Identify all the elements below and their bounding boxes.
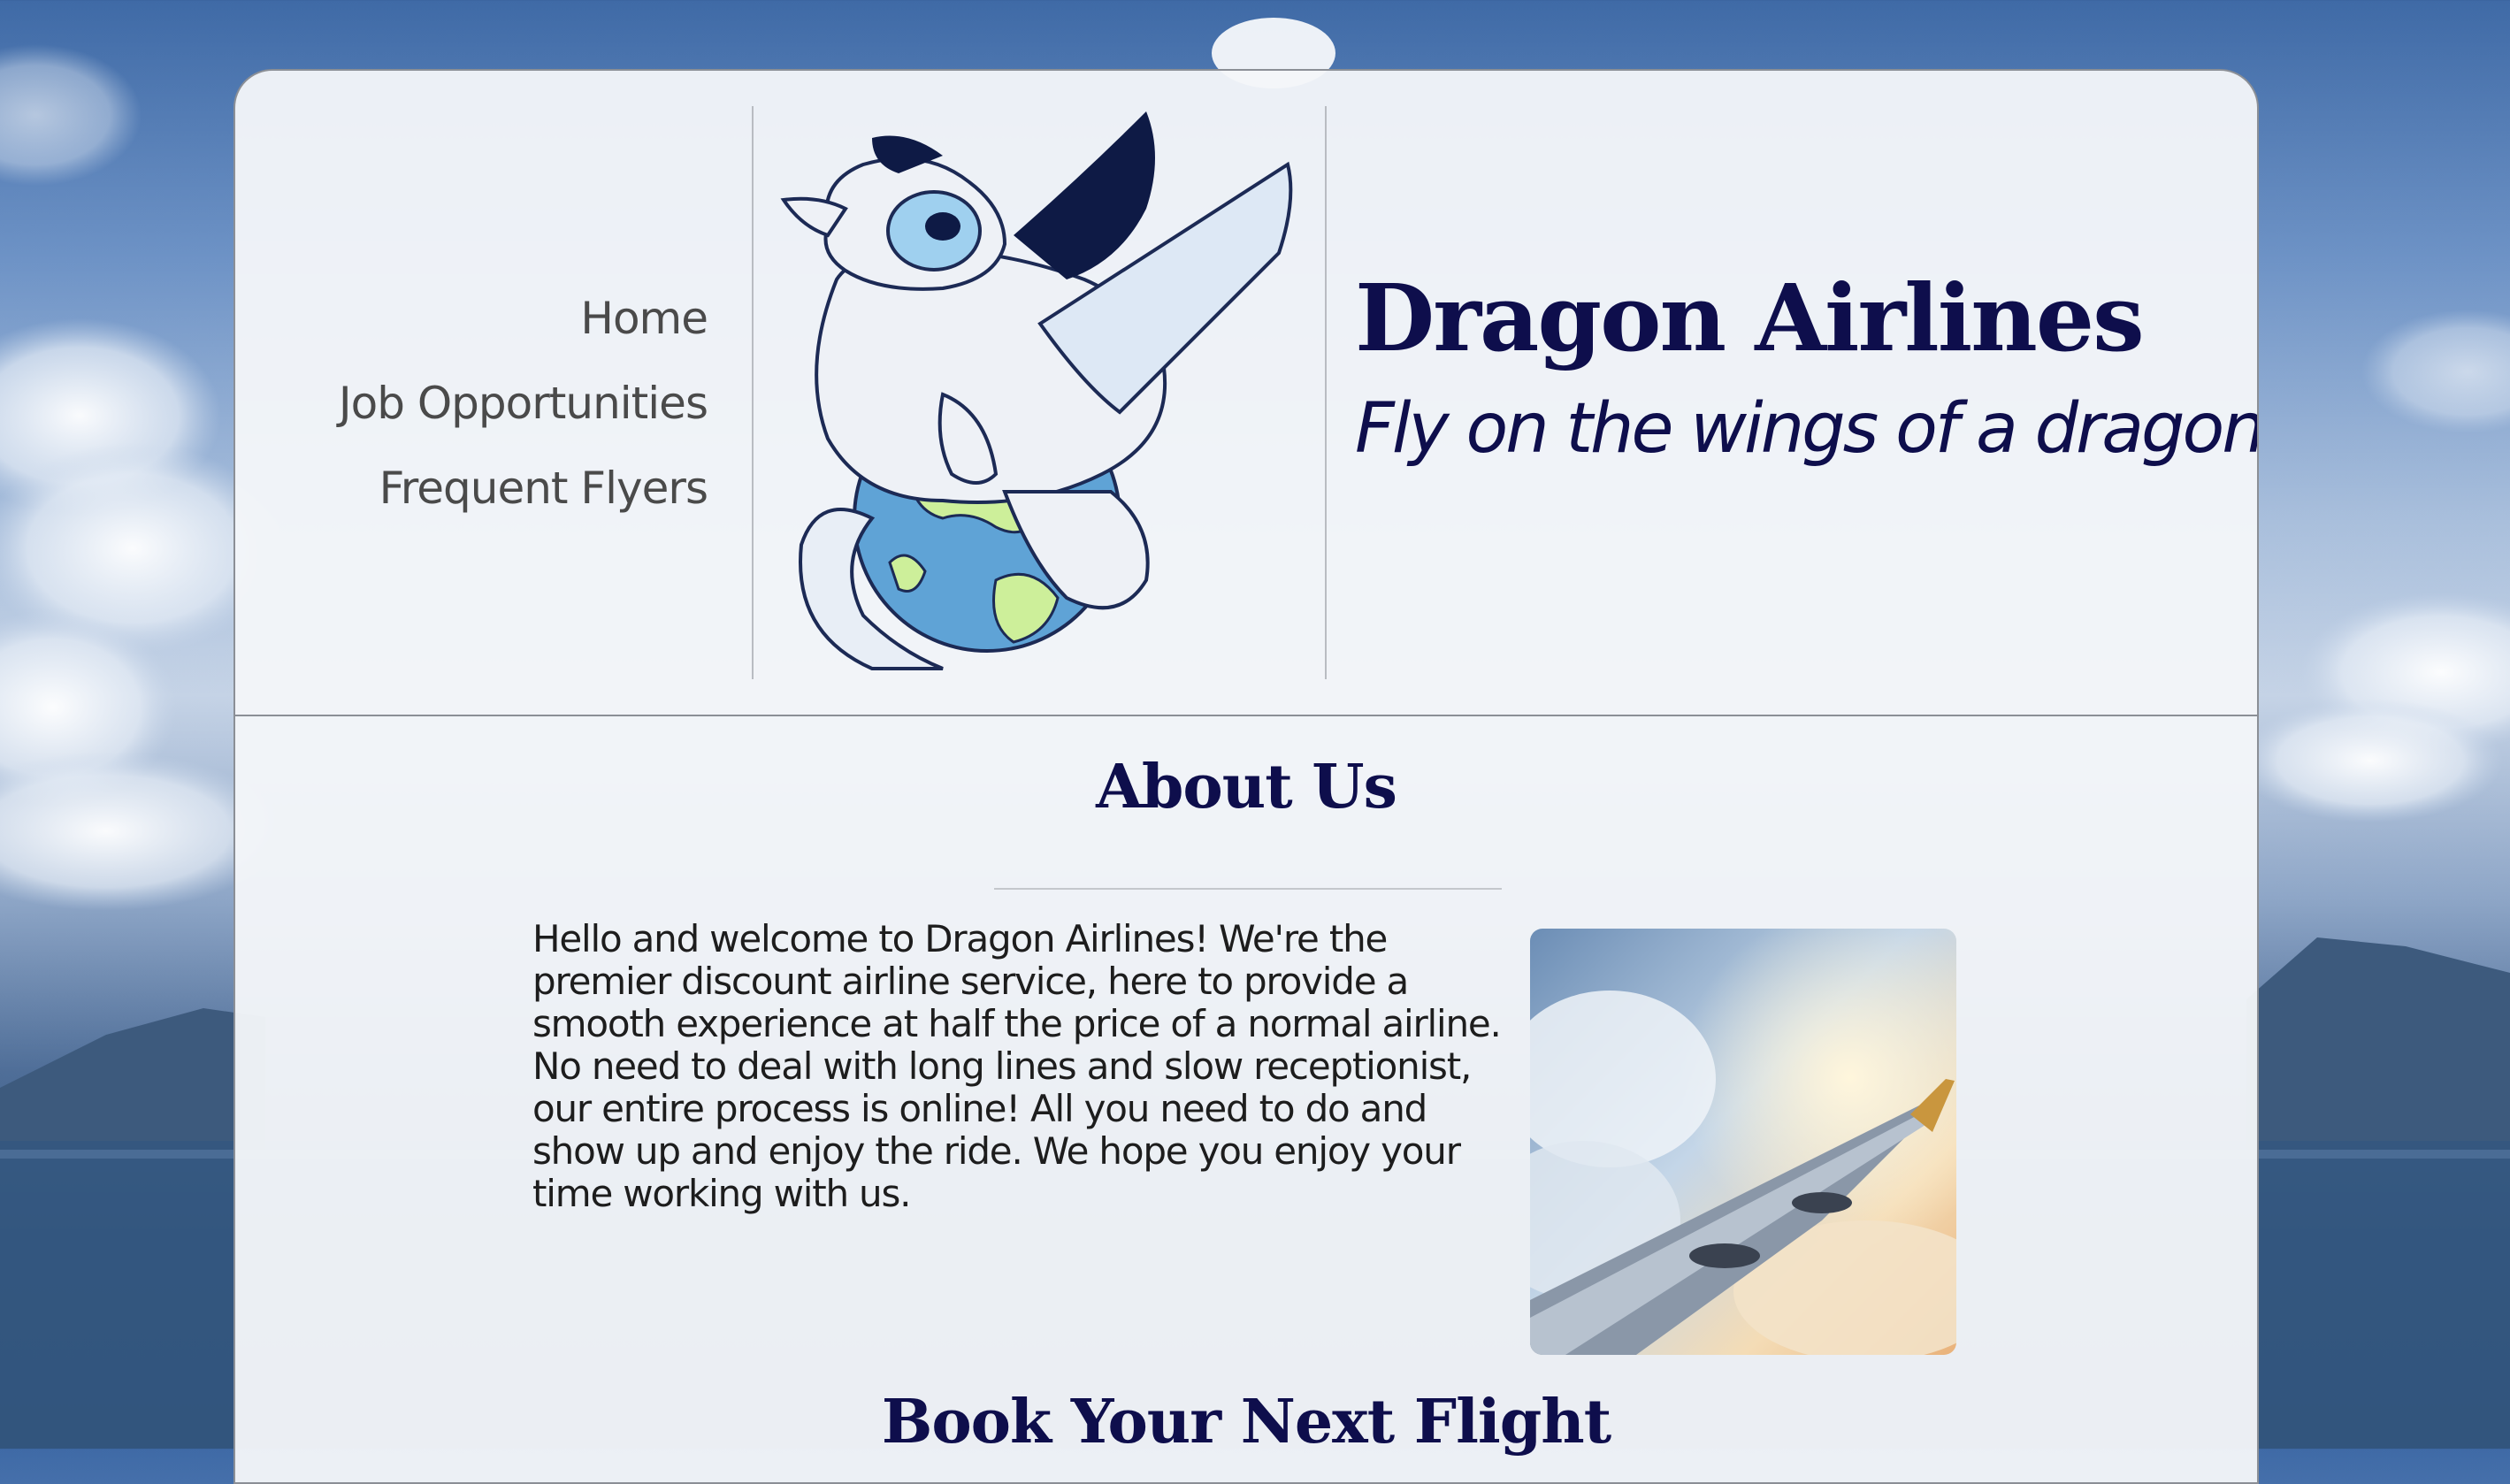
site-tagline: Fly on the wings of a dragon [1355, 389, 2259, 469]
nav-home-link[interactable]: Home [235, 276, 708, 361]
header-bottom-border [235, 715, 2257, 716]
about-divider [994, 888, 1502, 890]
nav-job-opportunities-link[interactable]: Job Opportunities [235, 361, 708, 446]
header-divider-left [752, 106, 754, 679]
airplane-wing-photo-icon [1530, 929, 1956, 1355]
about-paragraph: Hello and welcome to Dragon Airlines! We… [532, 917, 1502, 1215]
dragon-logo-icon[interactable] [766, 103, 1314, 686]
main-nav: Home Job Opportunities Frequent Flyers [235, 276, 708, 531]
about-heading: About Us [1096, 752, 1397, 822]
nav-frequent-flyers-link[interactable]: Frequent Flyers [235, 446, 708, 531]
brand-block: Dragon Airlines Fly on the wings of a dr… [1355, 256, 2259, 478]
site-header: Home Job Opportunities Frequent Flyers D… [235, 71, 2257, 716]
content-card: Home Job Opportunities Frequent Flyers D… [233, 69, 2259, 1484]
site-title: Dragon Airlines [1355, 264, 2145, 372]
header-divider-right [1325, 106, 1327, 679]
book-flight-heading: Book Your Next Flight [881, 1387, 1611, 1457]
